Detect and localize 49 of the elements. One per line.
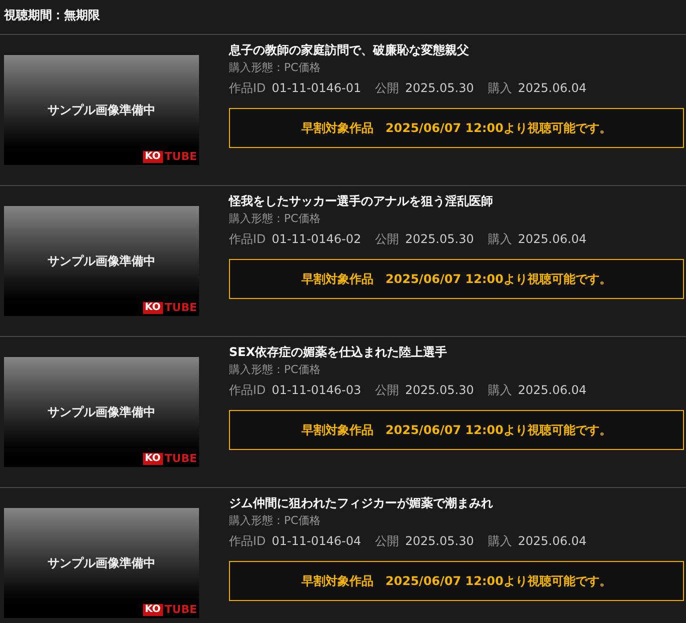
purchase-label: 購入 — [488, 382, 512, 398]
release-label: 公開 — [375, 382, 400, 398]
id-label: 作品ID — [229, 533, 266, 549]
thumbnail-caption: サンプル画像準備中 — [48, 254, 156, 268]
logo: KO TUBE — [142, 604, 197, 616]
thumbnail-placeholder[interactable]: サンプル画像準備中 KO TUBE — [4, 357, 199, 467]
thumbnail-placeholder[interactable]: サンプル画像準備中 KO TUBE — [4, 55, 199, 165]
logo: KO TUBE — [142, 151, 197, 163]
item-id: 01-11-0146-03 — [272, 382, 362, 398]
logo: KO TUBE — [142, 453, 197, 465]
thumbnail-caption: サンプル画像準備中 — [48, 103, 156, 117]
item-id: 01-11-0146-02 — [272, 231, 362, 247]
item-id: 01-11-0146-01 — [272, 80, 362, 96]
purchase-date: 2025.06.04 — [518, 533, 587, 549]
availability-notice: 早割対象作品 2025/06/07 12:00より視聴可能です。 — [229, 108, 684, 148]
id-label: 作品ID — [229, 382, 266, 398]
purchase-date: 2025.06.04 — [518, 231, 587, 247]
release-label: 公開 — [375, 80, 400, 96]
item-id: 01-11-0146-04 — [272, 533, 362, 549]
purchase-date: 2025.06.04 — [518, 80, 587, 96]
item-title[interactable]: 息子の教師の家庭訪問で、破廉恥な変態親父 — [229, 42, 684, 58]
thumbnail-caption: サンプル画像準備中 — [48, 405, 156, 419]
purchase-type: 購入形態：PC価格 — [229, 61, 322, 75]
id-label: 作品ID — [229, 80, 266, 96]
purchase-type: 購入形態：PC価格 — [229, 363, 322, 377]
availability-notice: 早割対象作品 2025/06/07 12:00より視聴可能です。 — [229, 410, 684, 450]
viewing-period: 視聴期間：無期限 — [4, 8, 100, 22]
availability-notice: 早割対象作品 2025/06/07 12:00より視聴可能です。 — [229, 259, 684, 299]
release-label: 公開 — [375, 231, 400, 247]
thumbnail-caption: サンプル画像準備中 — [48, 556, 156, 570]
thumbnail-placeholder[interactable]: サンプル画像準備中 KO TUBE — [4, 206, 199, 316]
item-title[interactable]: 怪我をしたサッカー選手のアナルを狙う淫乱医師 — [229, 193, 684, 209]
purchase-label: 購入 — [488, 231, 512, 247]
purchase-date: 2025.06.04 — [518, 382, 587, 398]
item-title[interactable]: ジム仲間に狙われたフィジカーが媚薬で潮まみれ — [229, 495, 684, 511]
release-date: 2025.05.30 — [405, 533, 474, 549]
purchase-label: 購入 — [488, 533, 512, 549]
thumbnail-placeholder[interactable]: サンプル画像準備中 KO TUBE — [4, 508, 199, 618]
availability-notice: 早割対象作品 2025/06/07 12:00より視聴可能です。 — [229, 561, 684, 601]
logo: KO TUBE — [142, 302, 197, 314]
purchase-type: 購入形態：PC価格 — [229, 514, 322, 528]
id-label: 作品ID — [229, 231, 266, 247]
release-date: 2025.05.30 — [405, 80, 474, 96]
item-title[interactable]: SEX依存症の媚薬を仕込まれた陸上選手 — [229, 344, 684, 360]
release-label: 公開 — [375, 533, 400, 549]
purchase-type: 購入形態：PC価格 — [229, 212, 322, 226]
release-date: 2025.05.30 — [405, 382, 474, 398]
release-date: 2025.05.30 — [405, 231, 474, 247]
purchase-label: 購入 — [488, 80, 512, 96]
